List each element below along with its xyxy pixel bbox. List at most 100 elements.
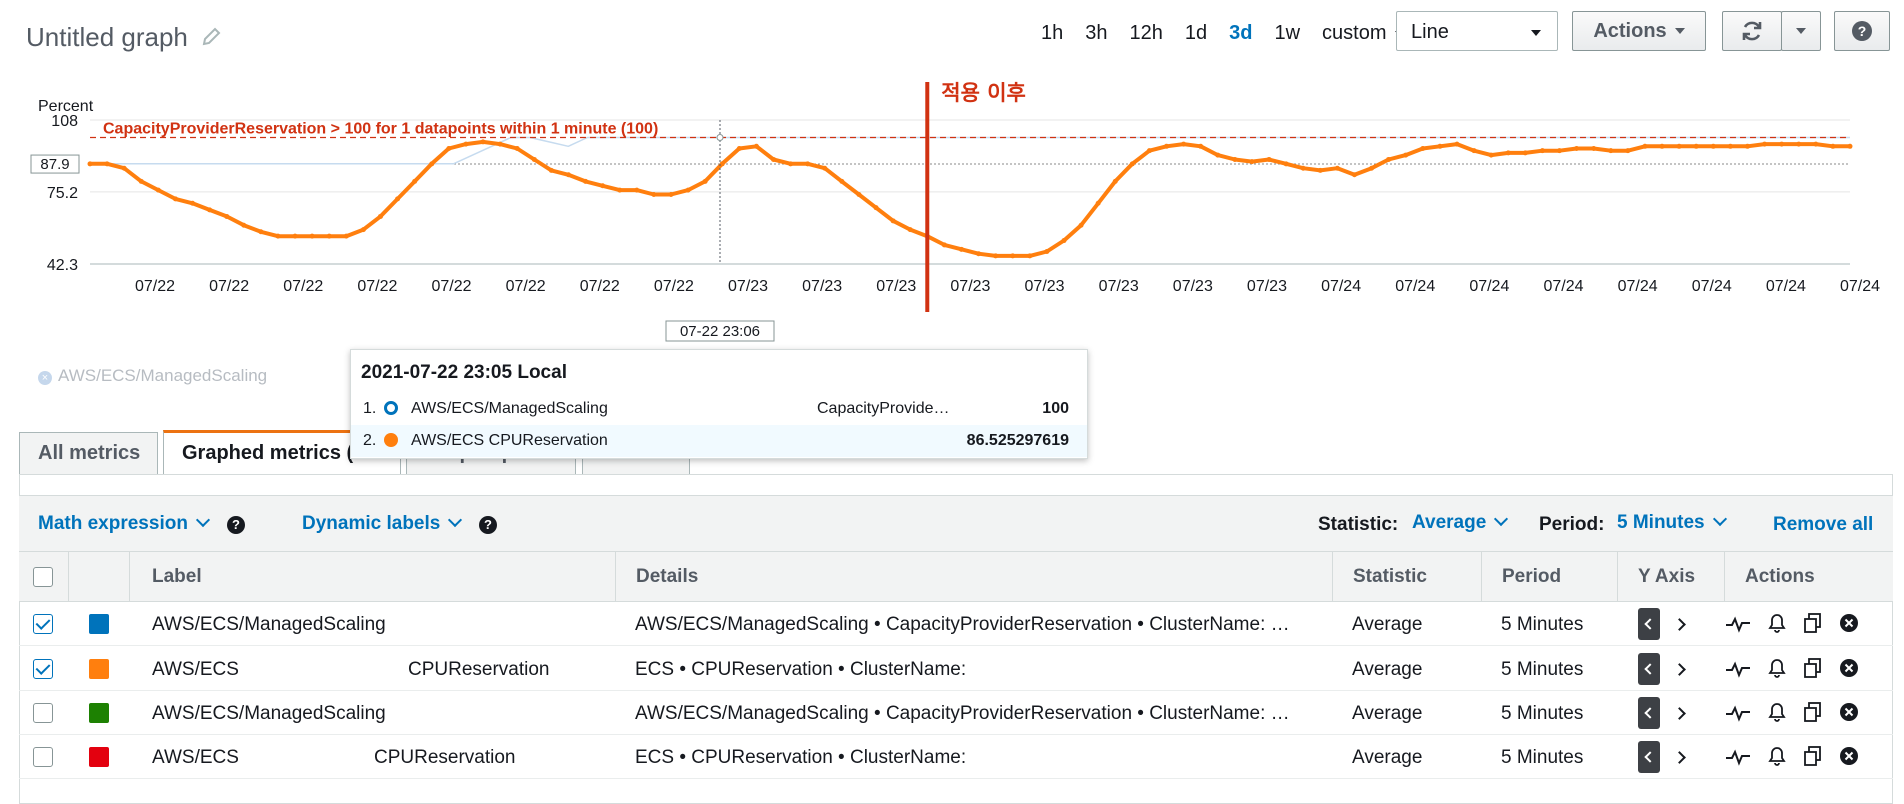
data-point[interactable] xyxy=(1710,143,1716,149)
data-point[interactable] xyxy=(1642,143,1648,149)
metric-label[interactable]: AWS/ECS/ManagedScaling xyxy=(152,614,386,636)
data-point[interactable] xyxy=(1796,141,1802,147)
data-point[interactable] xyxy=(958,246,964,252)
duplicate-icon[interactable] xyxy=(1800,700,1826,724)
bell-icon[interactable] xyxy=(1764,744,1790,768)
y-axis-left-icon[interactable] xyxy=(1638,653,1660,685)
refresh-button[interactable] xyxy=(1722,11,1782,51)
data-point[interactable] xyxy=(1164,143,1170,149)
column-header-actions[interactable]: Actions xyxy=(1745,566,1815,588)
metric-label-secondary[interactable]: CPUReservation xyxy=(374,747,516,769)
metric-statistic[interactable]: Average xyxy=(1352,659,1422,681)
data-point[interactable] xyxy=(224,213,230,219)
actions-button[interactable]: Actions xyxy=(1572,11,1706,51)
duplicate-icon[interactable] xyxy=(1800,744,1826,768)
data-point[interactable] xyxy=(1249,159,1255,165)
data-point[interactable] xyxy=(565,172,571,178)
data-point[interactable] xyxy=(258,229,264,235)
data-point[interactable] xyxy=(1198,143,1204,149)
series-color-swatch[interactable] xyxy=(89,703,109,723)
chart-type-select[interactable]: Line xyxy=(1396,11,1558,51)
data-point[interactable] xyxy=(207,207,213,213)
data-point[interactable] xyxy=(1847,143,1853,149)
data-point[interactable] xyxy=(1403,152,1409,158)
series-color-swatch[interactable] xyxy=(89,747,109,767)
range-12h[interactable]: 12h xyxy=(1119,20,1174,47)
data-point[interactable] xyxy=(1830,143,1836,149)
statistic-dropdown[interactable]: Average xyxy=(1412,511,1509,534)
data-point[interactable] xyxy=(138,178,144,184)
data-point[interactable] xyxy=(1693,143,1699,149)
graph-line-icon[interactable] xyxy=(1725,745,1751,769)
data-point[interactable] xyxy=(1215,152,1221,158)
column-header-label[interactable]: Label xyxy=(152,566,202,588)
data-point[interactable] xyxy=(1386,156,1392,162)
data-point[interactable] xyxy=(548,167,554,173)
y-axis-left-icon[interactable] xyxy=(1638,741,1660,773)
remove-icon[interactable] xyxy=(1836,656,1862,680)
metric-label-secondary[interactable]: CPUReservation xyxy=(408,659,550,681)
bell-icon[interactable] xyxy=(1764,700,1790,724)
data-point[interactable] xyxy=(600,183,606,189)
bell-icon[interactable] xyxy=(1764,611,1790,635)
data-point[interactable] xyxy=(1659,143,1665,149)
tab-all-metrics[interactable]: All metrics xyxy=(19,432,158,474)
data-point[interactable] xyxy=(976,251,982,257)
data-point[interactable] xyxy=(1574,145,1580,151)
data-point[interactable] xyxy=(753,143,759,149)
remove-all-button[interactable]: Remove all xyxy=(1773,514,1873,536)
data-point[interactable] xyxy=(446,145,452,151)
data-point[interactable] xyxy=(343,233,349,239)
legend-item[interactable]: × AWS/ECS/ManagedScaling xyxy=(38,366,267,386)
y-axis-left-icon[interactable] xyxy=(1638,608,1660,640)
data-point[interactable] xyxy=(1334,165,1340,171)
dynamic-labels-dropdown[interactable]: Dynamic labels xyxy=(302,512,463,535)
range-3d[interactable]: 3d xyxy=(1218,20,1263,47)
metric-label[interactable]: AWS/ECS/ManagedScaling xyxy=(152,703,386,725)
row-checkbox[interactable] xyxy=(33,703,53,723)
help-button[interactable]: ? xyxy=(1834,11,1890,51)
data-point[interactable] xyxy=(890,218,896,224)
data-point[interactable] xyxy=(770,156,776,162)
data-point[interactable] xyxy=(463,141,469,147)
row-checkbox[interactable] xyxy=(33,659,53,679)
range-1w[interactable]: 1w xyxy=(1263,20,1311,47)
data-point[interactable] xyxy=(1181,141,1187,147)
remove-icon[interactable] xyxy=(1836,744,1862,768)
data-point[interactable] xyxy=(651,192,657,198)
data-point[interactable] xyxy=(1044,249,1050,255)
data-point[interactable] xyxy=(856,192,862,198)
graph-line-icon[interactable] xyxy=(1725,657,1751,681)
series-line-managed-scaling[interactable] xyxy=(90,136,1850,165)
metrics-chart[interactable]: 42.3 75.2 108 07/22 07/22 07/22 07/22 07/22 07/2… xyxy=(0,60,1904,380)
pencil-icon[interactable] xyxy=(200,26,222,48)
data-point[interactable] xyxy=(685,187,691,193)
data-point[interactable] xyxy=(617,187,623,193)
data-point[interactable] xyxy=(1283,161,1289,167)
series-color-swatch[interactable] xyxy=(89,614,109,634)
help-icon[interactable]: ? xyxy=(479,516,497,534)
data-point[interactable] xyxy=(1762,141,1768,147)
graph-line-icon[interactable] xyxy=(1725,701,1751,725)
column-header-period[interactable]: Period xyxy=(1502,566,1561,588)
data-point[interactable] xyxy=(1078,222,1084,228)
table-row[interactable]: AWS/ECS/ManagedScaling AWS/ECS/ManagedSca… xyxy=(19,691,1893,735)
data-point[interactable] xyxy=(1351,172,1357,178)
data-point[interactable] xyxy=(1369,165,1375,171)
data-point[interactable] xyxy=(275,233,281,239)
data-point[interactable] xyxy=(241,222,247,228)
range-3h[interactable]: 3h xyxy=(1074,20,1118,47)
data-point[interactable] xyxy=(514,145,520,151)
data-point[interactable] xyxy=(1095,200,1101,206)
column-header-y-axis[interactable]: Y Axis xyxy=(1638,566,1695,588)
data-point[interactable] xyxy=(326,233,332,239)
data-point[interactable] xyxy=(1625,148,1631,154)
metric-label[interactable]: AWS/ECS xyxy=(152,747,239,769)
period-dropdown[interactable]: 5 Minutes xyxy=(1617,511,1727,534)
data-point[interactable] xyxy=(668,192,674,198)
data-point[interactable] xyxy=(1813,141,1819,147)
data-point[interactable] xyxy=(1488,152,1494,158)
data-point[interactable] xyxy=(360,227,366,233)
data-point[interactable] xyxy=(907,227,913,233)
data-point[interactable] xyxy=(309,233,315,239)
